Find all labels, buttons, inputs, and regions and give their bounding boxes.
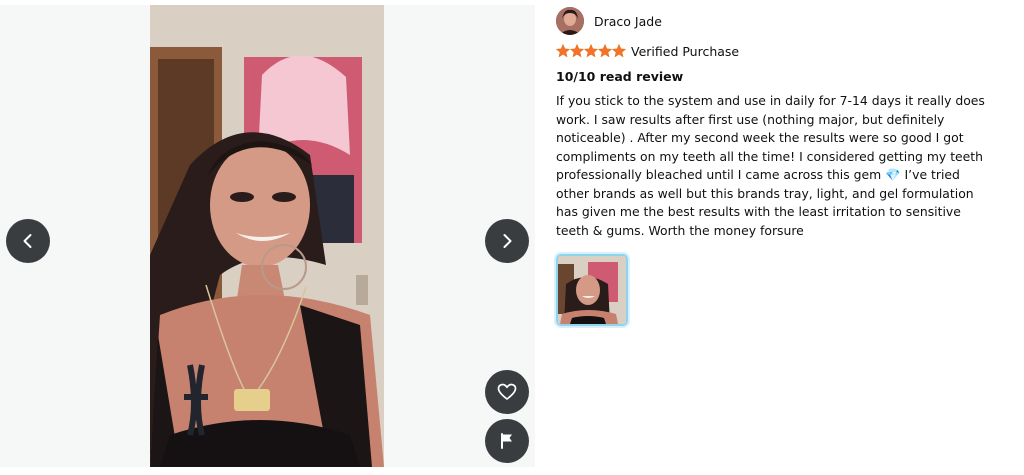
like-button[interactable]	[485, 370, 529, 414]
next-image-button[interactable]	[485, 219, 529, 263]
heart-icon	[497, 383, 517, 400]
avatar[interactable]	[556, 7, 584, 35]
photo-illustration	[150, 5, 384, 467]
flag-icon	[501, 433, 512, 449]
review-title: 10/10 read review	[556, 69, 684, 84]
reviewer-name[interactable]: Draco Jade	[594, 14, 662, 29]
reviewer-info: Draco Jade	[556, 6, 996, 36]
gem-emoji-icon: 💎	[885, 167, 901, 182]
star-icon	[612, 44, 626, 58]
verified-purchase-badge: Verified Purchase	[631, 43, 740, 59]
review-panel: Draco Jade Verified Purchase 10/10 read …	[556, 6, 996, 326]
star-icon	[556, 44, 570, 58]
star-icon	[598, 44, 612, 58]
review-photo	[150, 5, 384, 467]
review-image-thumbnail[interactable]	[556, 254, 628, 326]
media-lightbox	[0, 5, 535, 467]
star-rating	[556, 44, 626, 58]
user-avatar-icon	[556, 7, 584, 35]
previous-image-button[interactable]	[6, 219, 50, 263]
thumbnail-image	[558, 256, 626, 324]
star-icon	[584, 44, 598, 58]
chevron-right-icon	[503, 234, 512, 248]
rating-row: Verified Purchase	[556, 42, 996, 60]
chevron-left-icon	[23, 234, 32, 248]
star-icon	[570, 44, 584, 58]
review-text: If you stick to the system and use in da…	[556, 92, 992, 240]
report-button[interactable]	[485, 419, 529, 463]
